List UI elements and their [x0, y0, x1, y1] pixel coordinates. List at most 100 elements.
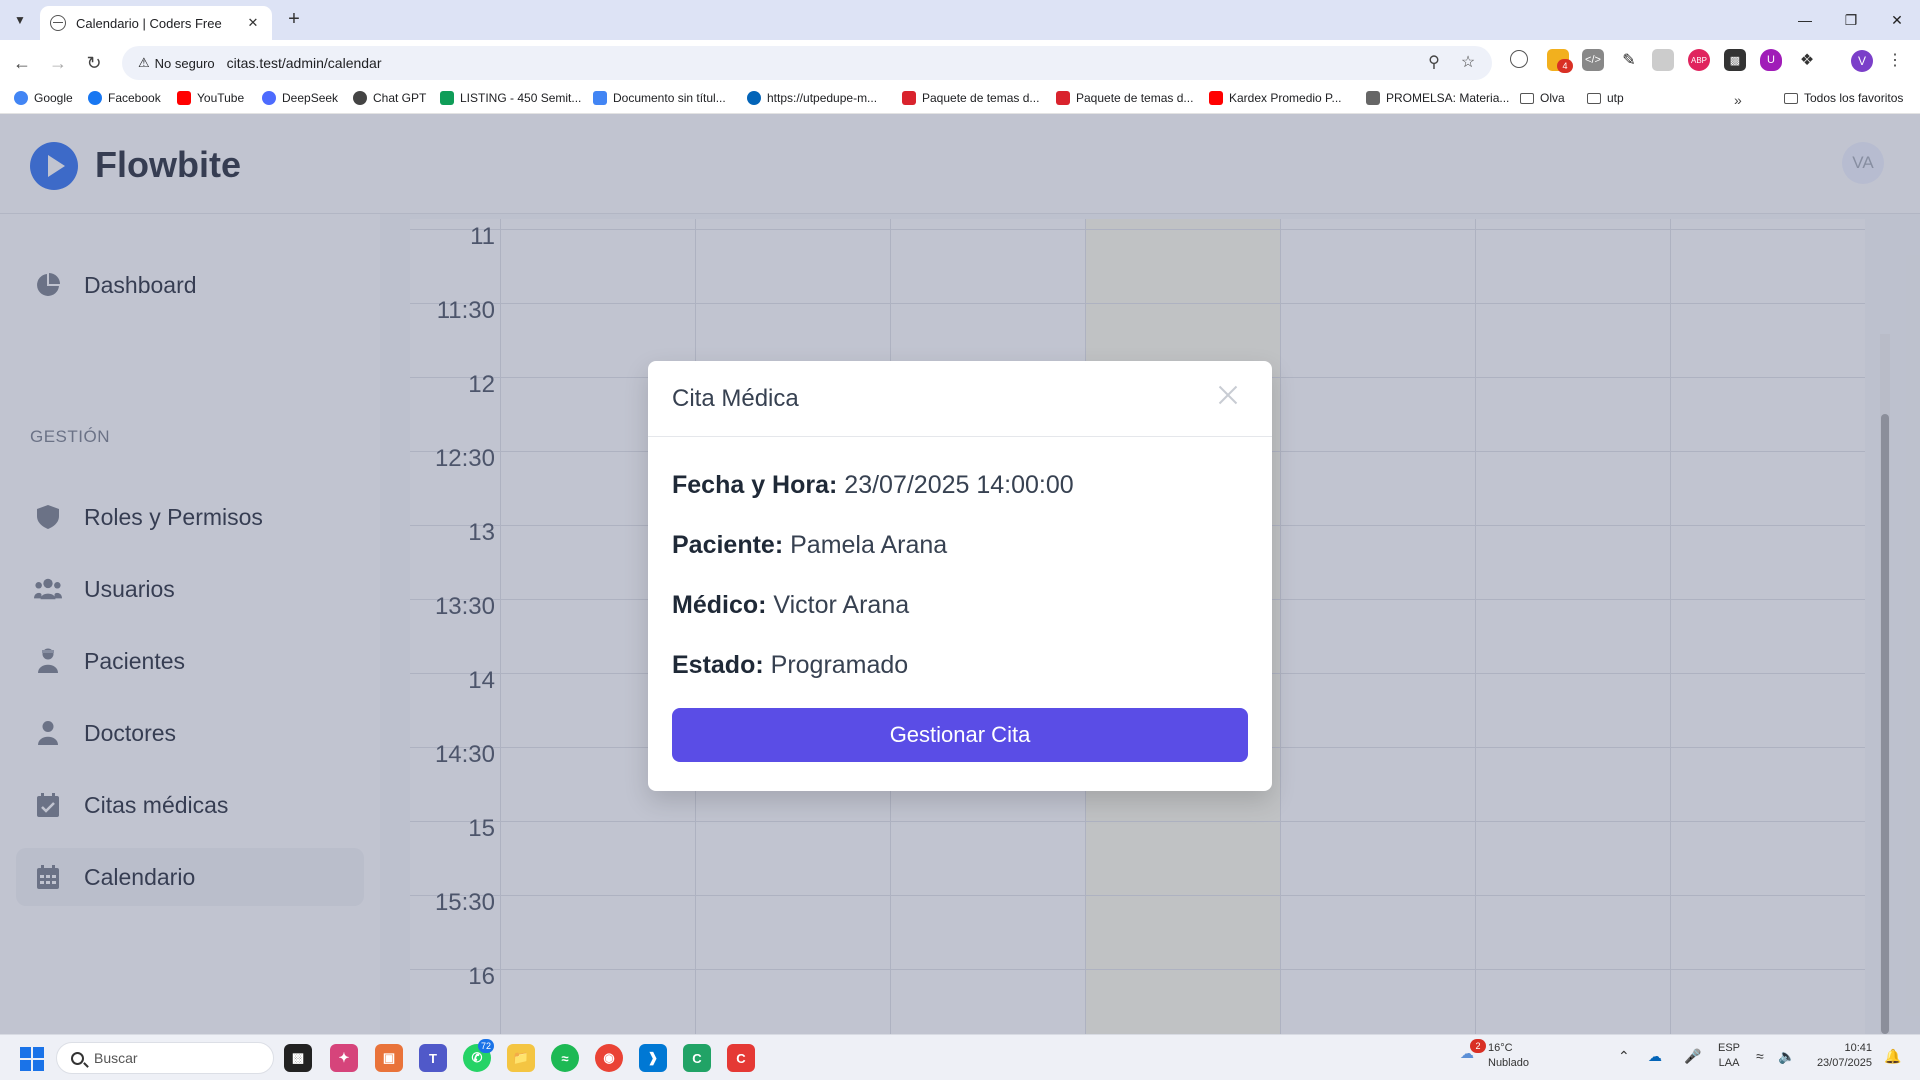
manage-appointment-button[interactable]: Gestionar Cita	[672, 708, 1248, 762]
bookmark-item[interactable]: Chat GPT	[353, 91, 426, 105]
minimize-button[interactable]: —	[1782, 0, 1828, 40]
app-icon[interactable]: C	[727, 1044, 755, 1072]
security-chip[interactable]: ⚠ No seguro	[130, 55, 223, 71]
bookmark-item[interactable]: Google	[14, 91, 73, 105]
app-icon[interactable]: ▣	[375, 1044, 403, 1072]
browser-tab-bar: ▼ Calendario | Coders Free ✕ + — ❐ ✕	[0, 0, 1920, 40]
back-button[interactable]: ←	[8, 49, 36, 77]
search-icon	[71, 1051, 84, 1065]
windows-taskbar: Buscar ▩ ✦ ▣ T ✆ 72 📁 ≈ ◉ ❱ C C ☁ 2 16°C…	[0, 1034, 1920, 1080]
weather-temp: 16°C	[1488, 1042, 1513, 1054]
modal-header: Cita Médica	[648, 361, 1272, 437]
microphone-icon[interactable]: 🎤	[1684, 1048, 1701, 1065]
field-value: Victor Arana	[773, 591, 910, 619]
browser-tab-active[interactable]: Calendario | Coders Free ✕	[40, 6, 272, 40]
bookmark-item[interactable]: Facebook	[88, 91, 161, 105]
bookmark-item[interactable]: YouTube	[177, 91, 244, 105]
youtube-icon	[177, 91, 191, 105]
tab-close-icon[interactable]: ✕	[244, 15, 262, 31]
onedrive-icon[interactable]: ☁	[1648, 1048, 1662, 1065]
chevron-up-icon[interactable]: ⌃	[1618, 1048, 1630, 1065]
extension-icon[interactable]: 4	[1547, 49, 1573, 73]
google-icon	[14, 91, 28, 105]
windows-start-icon[interactable]	[20, 1047, 44, 1071]
extension-icon[interactable]: U	[1760, 49, 1782, 71]
bookmark-item[interactable]: Kardex Promedio P...	[1209, 91, 1342, 105]
bookmark-item[interactable]: DeepSeek	[262, 91, 338, 105]
spotify-icon[interactable]: ≈	[551, 1044, 579, 1072]
adblock-icon[interactable]: ABP	[1688, 49, 1710, 71]
bookmark-favicon	[1366, 91, 1380, 105]
chrome-icon[interactable]: ◉	[595, 1044, 623, 1072]
teams-icon[interactable]: T	[419, 1044, 447, 1072]
extension-icon[interactable]: </>	[1582, 49, 1604, 71]
bookmarks-bar: Google Facebook YouTube DeepSeek Chat GP…	[0, 86, 1920, 114]
clock[interactable]: 10:41 23/07/2025	[1812, 1041, 1872, 1071]
wifi-icon[interactable]: ≈	[1756, 1048, 1764, 1064]
restore-button[interactable]: ❐	[1828, 0, 1874, 40]
bookmark-item[interactable]: PROMELSA: Materia...	[1366, 91, 1509, 105]
clock-date: 23/07/2025	[1816, 1057, 1872, 1069]
extension-icon[interactable]	[1510, 50, 1528, 68]
globe-icon	[50, 15, 66, 31]
field-label: Estado:	[672, 651, 764, 679]
language-indicator[interactable]: ESP LAA	[1718, 1041, 1740, 1071]
address-bar[interactable]: ⚠ No seguro citas.test/admin/calendar ⚲ …	[122, 46, 1492, 80]
bookmark-favicon	[902, 91, 916, 105]
bookmark-item[interactable]: Paquete de temas d...	[1056, 91, 1193, 105]
qr-code-icon[interactable]: ▩	[1724, 49, 1746, 71]
reload-button[interactable]: ↻	[80, 49, 108, 77]
more-bookmarks-icon[interactable]: »	[1734, 92, 1742, 108]
appointment-doctor: Médico: Victor Arana	[672, 591, 909, 620]
profile-avatar[interactable]: V	[1851, 50, 1873, 72]
bookmark-star-icon[interactable]: ☆	[1456, 52, 1480, 72]
field-label: Médico:	[672, 591, 767, 619]
bookmark-item[interactable]: Paquete de temas d...	[902, 91, 1039, 105]
bookmark-item[interactable]: https://utpedupe-m...	[747, 91, 877, 105]
weather-widget[interactable]: 16°C Nublado	[1488, 1041, 1529, 1071]
bookmark-folder[interactable]: Olva	[1520, 91, 1565, 105]
field-value: 23/07/2025 14:00:00	[844, 471, 1074, 499]
extension-badge: 4	[1557, 59, 1573, 73]
all-bookmarks-folder[interactable]: Todos los favoritos	[1784, 91, 1903, 105]
puzzle-icon[interactable]: ❖	[1796, 49, 1818, 71]
field-value: Programado	[770, 651, 909, 679]
bookmark-item[interactable]: Documento sin títul...	[593, 91, 726, 105]
eyedropper-icon[interactable]: ✎	[1618, 49, 1640, 71]
url-text[interactable]: citas.test/admin/calendar	[227, 55, 382, 71]
docs-icon	[593, 91, 607, 105]
menu-icon[interactable]: ⋮	[1887, 50, 1903, 70]
deepseek-icon	[262, 91, 276, 105]
whatsapp-badge: 72	[478, 1039, 495, 1053]
facebook-icon	[88, 91, 102, 105]
warning-icon: ⚠	[138, 55, 150, 70]
notification-bell-icon[interactable]: 🔔	[1884, 1048, 1901, 1065]
tab-search-button[interactable]: ▼	[8, 8, 32, 32]
weather-desc: Nublado	[1488, 1057, 1529, 1069]
bookmark-item[interactable]: LISTING - 450 Semit...	[440, 91, 581, 105]
taskbar-search[interactable]: Buscar	[56, 1042, 274, 1074]
folder-icon	[1784, 92, 1798, 104]
new-tab-button[interactable]: +	[282, 8, 306, 32]
field-label: Fecha y Hora:	[672, 471, 838, 499]
appointment-patient: Paciente: Pamela Arana	[672, 531, 947, 560]
bookmark-folder[interactable]: utp	[1587, 91, 1624, 105]
youtube-icon	[1209, 91, 1223, 105]
close-icon[interactable]	[1216, 383, 1240, 407]
vscode-icon[interactable]: ❱	[639, 1044, 667, 1072]
app-icon[interactable]: C	[683, 1044, 711, 1072]
forward-button[interactable]: →	[44, 49, 72, 77]
chatgpt-icon	[353, 91, 367, 105]
drive-icon	[440, 91, 454, 105]
tab-title: Calendario | Coders Free	[76, 15, 222, 31]
close-window-button[interactable]: ✕	[1874, 0, 1920, 40]
zoom-icon[interactable]: ⚲	[1422, 52, 1446, 72]
file-explorer-icon[interactable]: 📁	[507, 1044, 535, 1072]
task-view-icon[interactable]: ▩	[284, 1044, 312, 1072]
copilot-icon[interactable]: ✦	[330, 1044, 358, 1072]
security-label: No seguro	[154, 55, 215, 71]
extension-icon[interactable]	[1652, 49, 1674, 71]
weather-badge: 2	[1470, 1039, 1486, 1053]
volume-icon[interactable]: 🔈	[1778, 1048, 1795, 1065]
appointment-datetime: Fecha y Hora: 23/07/2025 14:00:00	[672, 471, 1074, 500]
